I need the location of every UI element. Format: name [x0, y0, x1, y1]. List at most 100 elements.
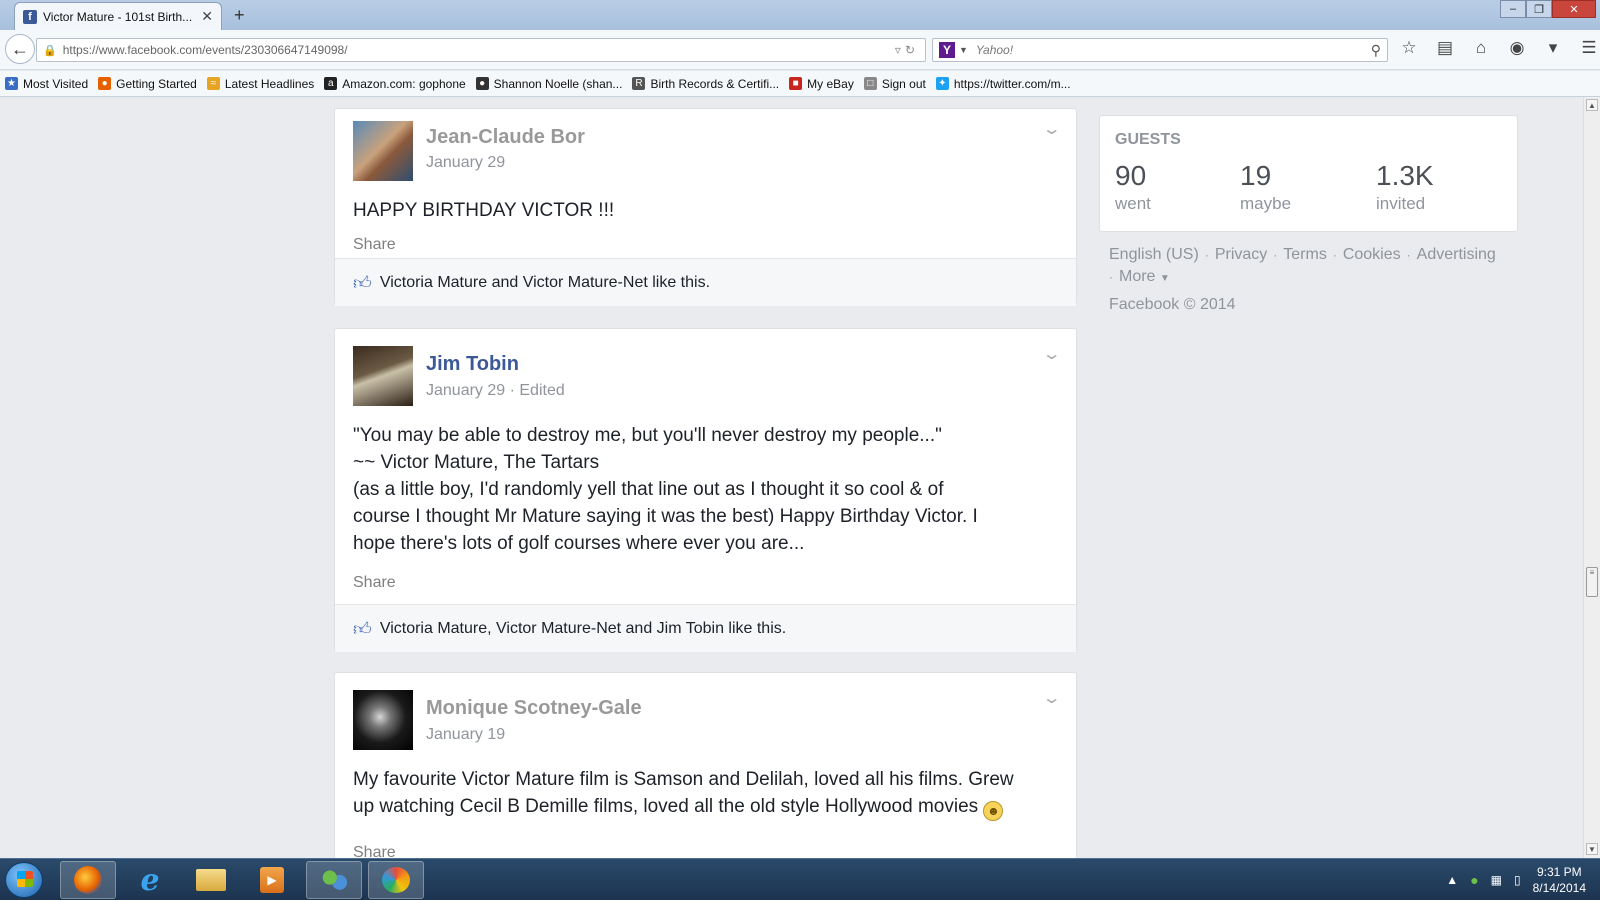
minimize-button[interactable]: – [1500, 0, 1526, 18]
post-body-line: My favourite Victor Mature film is Samso… [353, 769, 1014, 790]
tab-close-icon[interactable]: ✕ [201, 8, 213, 25]
post-body-line: (as a little boy, I'd randomly yell that… [353, 479, 944, 500]
maybe-count[interactable]: 19 [1240, 160, 1291, 192]
avatar[interactable] [353, 121, 413, 181]
search-bar[interactable]: Y ▼ Yahoo! ⚲ [932, 38, 1388, 62]
bookmark-item[interactable]: R Birth Records & Certifi... [632, 77, 779, 91]
post-date[interactable]: January 19 [426, 726, 505, 744]
post-date[interactable]: January 29 · Edited [426, 382, 565, 400]
url-text[interactable]: https://www.facebook.com/events/23030664… [63, 43, 895, 57]
firefox-icon: ● [98, 77, 112, 90]
reading-list-icon[interactable]: ▤ [1434, 38, 1456, 58]
bookmark-item[interactable]: ● Getting Started [98, 77, 197, 91]
restore-button[interactable]: ❐ [1526, 0, 1552, 18]
avatar[interactable] [353, 346, 413, 406]
likes-text[interactable]: Victoria Mature, Victor Mature-Net and J… [380, 620, 786, 638]
maybe-label[interactable]: maybe [1240, 194, 1291, 214]
scroll-thumb[interactable]: ≡ [1586, 567, 1598, 597]
menu-icon[interactable]: ☰ [1578, 38, 1600, 58]
signal-icon[interactable]: ▯ [1514, 873, 1521, 887]
went-count[interactable]: 90 [1115, 160, 1151, 192]
footer-link-language[interactable]: English (US) [1109, 246, 1199, 263]
guests-went[interactable]: 90 went [1115, 160, 1151, 214]
avatar[interactable] [353, 690, 413, 750]
url-bar[interactable]: 🔒 https://www.facebook.com/events/230306… [36, 38, 926, 62]
taskbar-internet-explorer[interactable]: e [122, 861, 178, 899]
footer-link-cookies[interactable]: Cookies [1343, 246, 1401, 263]
clock-date[interactable]: 8/14/2014 [1533, 880, 1586, 896]
scroll-up-icon[interactable]: ▲ [1586, 99, 1598, 111]
tab-title: Victor Mature - 101st Birth... [43, 9, 193, 24]
taskbar-network-app[interactable] [306, 861, 362, 899]
private-icon[interactable]: ◉ [1506, 38, 1528, 58]
taskbar-media-player[interactable]: ▶ [244, 861, 300, 899]
share-link[interactable]: Share [353, 574, 396, 592]
like-thumb-icon[interactable]: 👍︎ [353, 618, 372, 640]
taskbar-paint-app[interactable] [368, 861, 424, 899]
rb-icon: R [632, 77, 646, 90]
search-input[interactable]: Yahoo! [976, 43, 1371, 57]
guests-maybe[interactable]: 19 maybe [1240, 160, 1291, 214]
post-author[interactable]: Jean-Claude Bor [426, 126, 585, 149]
like-thumb-icon[interactable]: 👍︎ [353, 272, 372, 294]
share-link[interactable]: Share [353, 236, 396, 254]
post-author[interactable]: Jim Tobin [426, 353, 519, 376]
firefox-icon [74, 866, 102, 894]
clock[interactable]: 9:31 PM 8/14/2014 [1533, 864, 1586, 896]
bookmark-item[interactable]: ● Shannon Noelle (shan... [475, 76, 623, 91]
downloads-dropdown-icon[interactable]: ▾ [1542, 38, 1564, 58]
page-content: Jean-Claude Bor January 29 ⌄ HAPPY BIRTH… [0, 98, 1583, 858]
footer-link-privacy[interactable]: Privacy [1215, 246, 1267, 263]
media-player-icon: ▶ [260, 867, 284, 893]
browser-tab[interactable]: f Victor Mature - 101st Birth... ✕ [14, 2, 222, 30]
vertical-scrollbar[interactable]: ▲ ≡ ▼ [1583, 97, 1600, 858]
post-card: Jim Tobin January 29 · Edited ⌄ "You may… [334, 328, 1077, 652]
bookmark-label: https://twitter.com/m... [953, 76, 1071, 91]
post-date[interactable]: January 29 [426, 154, 505, 172]
search-engine-dropdown-icon[interactable]: ▼ [959, 45, 968, 55]
scroll-down-icon[interactable]: ▼ [1586, 843, 1598, 855]
bookmark-star-icon[interactable]: ☆ [1398, 38, 1420, 58]
bookmark-item[interactable]: ≈ Latest Headlines [206, 77, 314, 91]
close-window-button[interactable]: ✕ [1552, 0, 1596, 18]
back-button[interactable]: ← [5, 34, 35, 64]
bookmark-item[interactable]: ★ Most Visited [5, 77, 88, 91]
post-body: "You may be able to destroy me, but you'… [353, 422, 1058, 557]
twitter-icon: ✦ [935, 77, 949, 90]
chevron-down-icon[interactable]: ⌄ [1041, 688, 1061, 708]
invited-label[interactable]: invited [1376, 194, 1434, 214]
home-icon[interactable]: ⌂ [1470, 38, 1492, 58]
chevron-down-icon[interactable]: ▼ [1160, 273, 1170, 284]
likes-text[interactable]: Victoria Mature and Victor Mature-Net li… [380, 274, 710, 292]
went-label[interactable]: went [1115, 194, 1151, 214]
reload-icon[interactable]: ▿↻ [895, 43, 919, 57]
guests-invited[interactable]: 1.3K invited [1376, 160, 1434, 214]
bookmark-item[interactable]: ■ My eBay [789, 77, 854, 91]
post-body-line: course I thought Mr Mature saying it was… [353, 506, 978, 527]
chevron-down-icon[interactable]: ⌄ [1041, 344, 1061, 364]
post-author[interactable]: Monique Scotney-Gale [426, 697, 642, 720]
invited-count[interactable]: 1.3K [1376, 160, 1434, 192]
chevron-down-icon[interactable]: ⌄ [1041, 119, 1061, 139]
bookmark-item[interactable]: a Amazon.com: gophone [324, 76, 466, 91]
bookmark-label: Shannon Noelle (shan... [493, 76, 623, 91]
bookmark-item[interactable]: □ Sign out [863, 77, 926, 91]
taskbar-file-explorer[interactable] [183, 861, 239, 899]
new-tab-button[interactable]: + [234, 5, 245, 26]
clock-time[interactable]: 9:31 PM [1533, 864, 1586, 880]
bookmark-label: Amazon.com: gophone [342, 76, 466, 91]
network-icon[interactable]: ▦ [1491, 873, 1502, 887]
share-link[interactable]: Share [353, 844, 396, 858]
update-icon[interactable]: ● [1470, 872, 1478, 888]
show-hidden-icons-icon[interactable]: ▲ [1446, 873, 1458, 887]
search-icon[interactable]: ⚲ [1371, 42, 1381, 59]
footer-more-link[interactable]: More [1119, 268, 1155, 285]
taskbar-firefox[interactable] [60, 861, 116, 899]
windows-logo-icon [17, 871, 33, 887]
start-button[interactable] [5, 862, 43, 898]
footer-link-advertising[interactable]: Advertising [1417, 246, 1496, 263]
yahoo-icon[interactable]: Y [939, 42, 955, 58]
folder-icon [196, 869, 226, 891]
bookmark-item[interactable]: ✦ https://twitter.com/m... [935, 76, 1071, 91]
footer-link-terms[interactable]: Terms [1283, 246, 1327, 263]
